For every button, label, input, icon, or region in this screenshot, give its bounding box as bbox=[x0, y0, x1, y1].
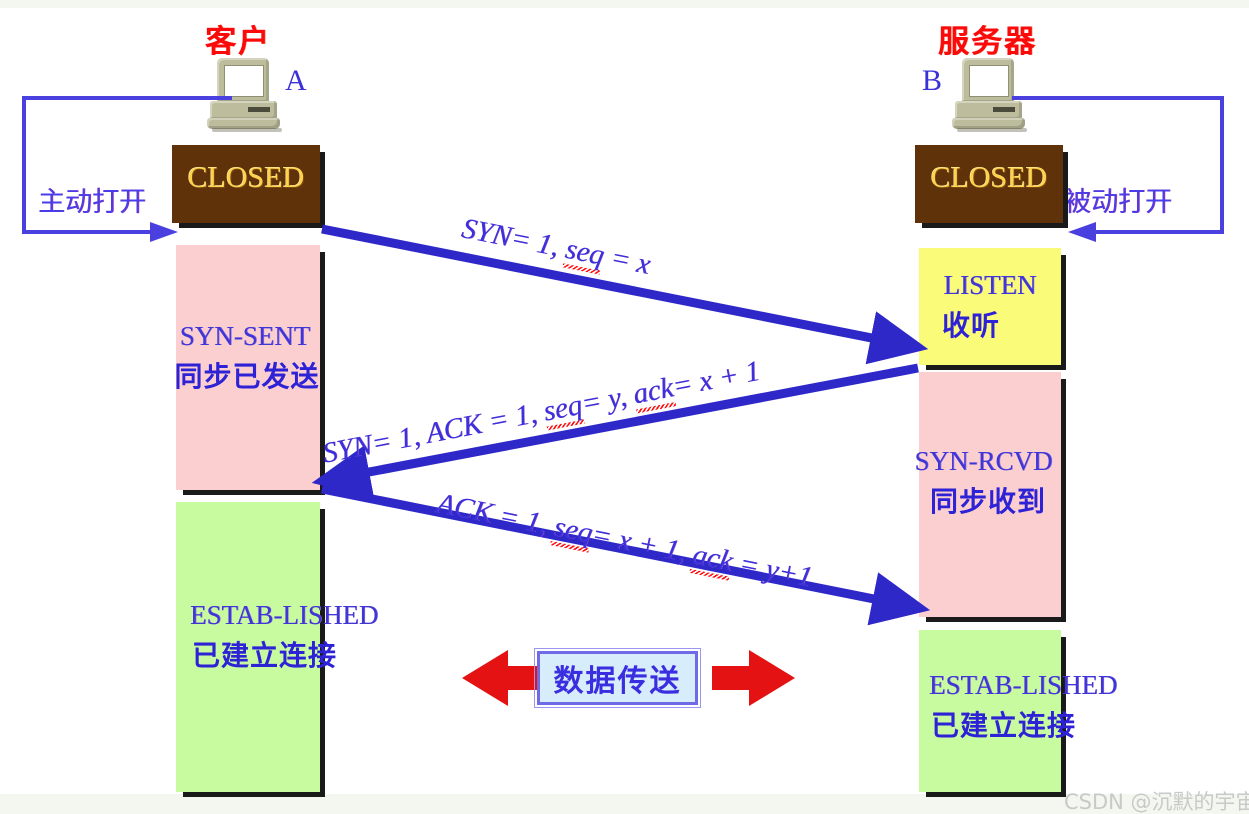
server-state-syn-rcvd-label-cn: 同步收到 bbox=[929, 485, 1046, 518]
icon-shadow bbox=[212, 128, 282, 132]
message-label-ack-ack2: ack bbox=[689, 538, 736, 578]
message-label-syn-seq: seq bbox=[562, 232, 607, 272]
data-transfer-box: 数据传送 bbox=[534, 648, 701, 708]
active-open-label: 主动打开 bbox=[38, 187, 146, 218]
server-state-syn-rcvd-label: SYN-RCVD bbox=[914, 446, 1053, 476]
server-state-established-label-cn: 已建立连接 bbox=[931, 709, 1077, 742]
client-title: 客户 bbox=[205, 24, 271, 60]
active-open-line-top bbox=[22, 96, 232, 100]
passive-open-line-bottom bbox=[1088, 230, 1224, 234]
drive-slot bbox=[993, 107, 1015, 112]
client-state-established-label: ESTAB-LISHED bbox=[190, 600, 379, 630]
client-computer-icon bbox=[207, 58, 285, 132]
client-state-syn-sent-label-cn: 同步已发送 bbox=[174, 360, 320, 393]
host-a-letter: A bbox=[285, 64, 307, 97]
client-state-syn-sent-label: SYN-SENT bbox=[179, 321, 311, 351]
message-label-ack-seq: seq bbox=[551, 510, 596, 550]
client-state-closed: CLOSED bbox=[172, 145, 320, 223]
passive-open-line-top bbox=[1012, 96, 1224, 100]
message-label-syn-ack-ack: ack bbox=[630, 371, 676, 411]
active-open-line-bottom bbox=[22, 230, 170, 234]
monitor-screen bbox=[224, 65, 264, 97]
client-state-established: ESTAB-LISHED 已建立连接 bbox=[176, 502, 379, 792]
server-state-listen-label-cn: 收听 bbox=[941, 309, 1000, 342]
server-state-established-label: ESTAB-LISHED bbox=[929, 670, 1118, 700]
server-state-closed: CLOSED bbox=[915, 145, 1063, 223]
passive-open-line-vertical bbox=[1220, 96, 1224, 234]
server-state-closed-label: CLOSED bbox=[930, 161, 1048, 194]
server-state-listen-label: LISTEN bbox=[943, 270, 1037, 300]
server-state-established: ESTAB-LISHED 已建立连接 bbox=[919, 630, 1118, 792]
watermark: CSDN @沉默的宇宙 bbox=[1064, 790, 1249, 814]
client-state-established-label-cn: 已建立连接 bbox=[192, 639, 338, 672]
passive-open-label: 被动打开 bbox=[1064, 187, 1172, 218]
client-state-closed-label: CLOSED bbox=[187, 161, 305, 194]
monitor-screen bbox=[969, 65, 1009, 97]
icon-shadow bbox=[957, 128, 1027, 132]
diagram-canvas: 客户 服务器 A B 主动打开 被动打开 CLOSED SYN-SENT 同步已… bbox=[0, 0, 1249, 814]
server-title: 服务器 bbox=[938, 24, 1037, 60]
server-computer-icon bbox=[952, 58, 1030, 132]
server-state-listen: LISTEN 收听 bbox=[919, 248, 1061, 365]
data-transfer-label: 数据传送 bbox=[553, 664, 682, 699]
active-open-line-vertical bbox=[22, 96, 26, 234]
message-label-syn-ack-seq: seq bbox=[540, 388, 585, 428]
host-b-letter: B bbox=[922, 64, 943, 97]
drive-slot bbox=[248, 107, 270, 112]
server-state-syn-rcvd: SYN-RCVD 同步收到 bbox=[914, 372, 1061, 617]
client-state-syn-sent: SYN-SENT 同步已发送 bbox=[174, 245, 320, 490]
